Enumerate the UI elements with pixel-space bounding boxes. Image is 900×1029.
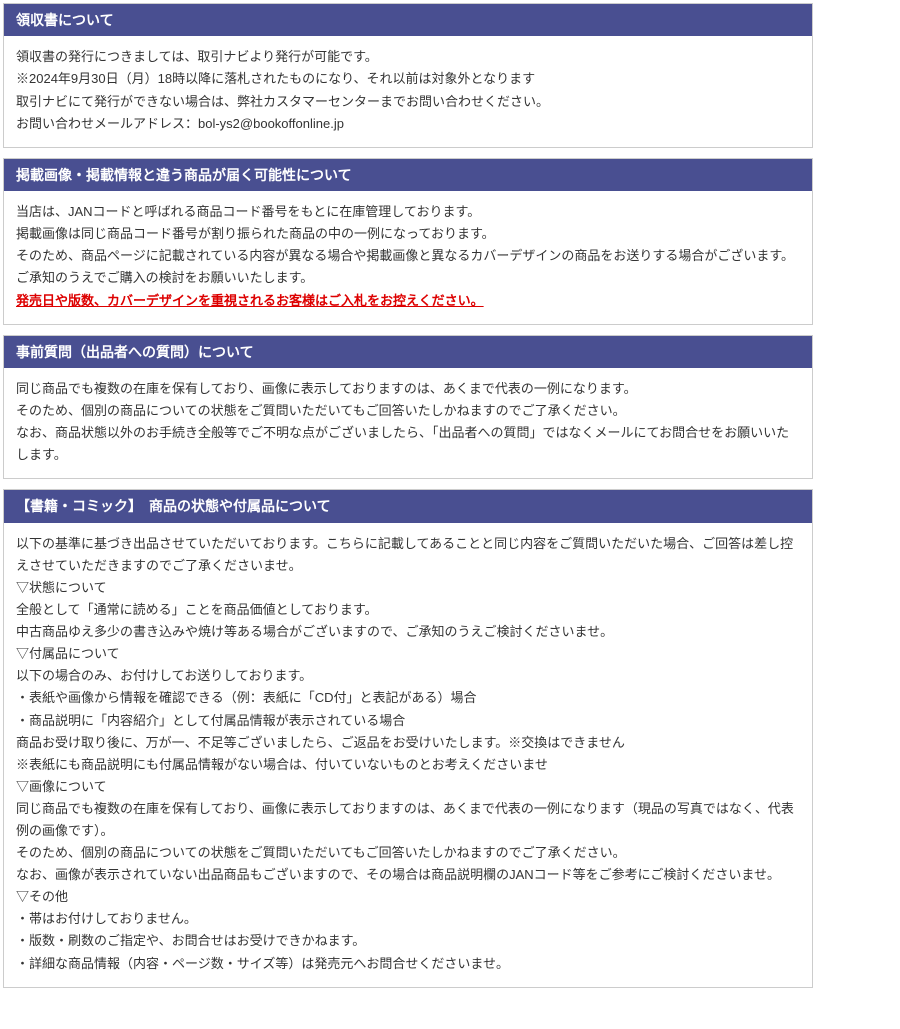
paragraph: ※表紙にも商品説明にも付属品情報がない場合は、付いていないものとお考えくださいま… <box>16 754 800 776</box>
section: 掲載画像・掲載情報と違う商品が届く可能性について当店は、JANコードと呼ばれる商… <box>3 158 813 325</box>
paragraph: ・詳細な商品情報（内容・ページ数・サイズ等）は発売元へお問合せくださいませ。 <box>16 953 800 975</box>
paragraph: 以下の基準に基づき出品させていただいております。こちらに記載してあることと同じ内… <box>16 533 800 577</box>
paragraph: 同じ商品でも複数の在庫を保有しており、画像に表示しておりますのは、あくまで代表の… <box>16 378 800 400</box>
section-body: 同じ商品でも複数の在庫を保有しており、画像に表示しておりますのは、あくまで代表の… <box>4 368 812 478</box>
paragraph: ▽その他 <box>16 886 800 908</box>
paragraph: ・版数・刷数のご指定や、お問合せはお受けできかねます。 <box>16 930 800 952</box>
section-header: 事前質問（出品者への質問）について <box>4 336 812 368</box>
section-body: 当店は、JANコードと呼ばれる商品コード番号をもとに在庫管理しております。掲載画… <box>4 191 812 323</box>
paragraph: ・表紙や画像から情報を確認できる（例：表紙に「CD付」と表記がある）場合 <box>16 687 800 709</box>
paragraph: 領収書の発行につきましては、取引ナビより発行が可能です。 <box>16 46 800 68</box>
section: 事前質問（出品者への質問）について同じ商品でも複数の在庫を保有しており、画像に表… <box>3 335 813 480</box>
section-body: 領収書の発行につきましては、取引ナビより発行が可能です。※2024年9月30日（… <box>4 36 812 146</box>
section-header: 掲載画像・掲載情報と違う商品が届く可能性について <box>4 159 812 191</box>
paragraph: ▽状態について <box>16 577 800 599</box>
paragraph: 発売日や版数、カバーデザインを重視されるお客様はご入札をお控えください。 <box>16 290 800 312</box>
section-body: 以下の基準に基づき出品させていただいております。こちらに記載してあることと同じ内… <box>4 523 812 987</box>
paragraph: ・帯はお付けしておりません。 <box>16 908 800 930</box>
paragraph: 同じ商品でも複数の在庫を保有しており、画像に表示しておりますのは、あくまで代表の… <box>16 798 800 842</box>
paragraph: 商品お受け取り後に、万が一、不足等ございましたら、ご返品をお受けいたします。※交… <box>16 732 800 754</box>
paragraph: 掲載画像は同じ商品コード番号が割り振られた商品の中の一例になっております。 <box>16 223 800 245</box>
paragraph: ・商品説明に「内容紹介」として付属品情報が表示されている場合 <box>16 710 800 732</box>
paragraph: ▽画像について <box>16 776 800 798</box>
section: 【書籍・コミック】 商品の状態や付属品について以下の基準に基づき出品させていただ… <box>3 489 813 987</box>
paragraph: ▽付属品について <box>16 643 800 665</box>
paragraph: なお、商品状態以外のお手続き全般等でご不明な点がございましたら、「出品者への質問… <box>16 422 800 466</box>
section: 領収書について領収書の発行につきましては、取引ナビより発行が可能です。※2024… <box>3 3 813 148</box>
paragraph: 全般として「通常に読める」ことを商品価値としております。 <box>16 599 800 621</box>
paragraph: 当店は、JANコードと呼ばれる商品コード番号をもとに在庫管理しております。 <box>16 201 800 223</box>
paragraph: ※2024年9月30日（月）18時以降に落札されたものになり、それ以前は対象外と… <box>16 68 800 90</box>
section-header: 領収書について <box>4 4 812 36</box>
paragraph: そのため、商品ページに記載されている内容が異なる場合や掲載画像と異なるカバーデザ… <box>16 245 800 267</box>
paragraph: そのため、個別の商品についての状態をご質問いただいてもご回答いたしかねますのでご… <box>16 400 800 422</box>
paragraph: ご承知のうえでご購入の検討をお願いいたします。 <box>16 267 800 289</box>
paragraph: 以下の場合のみ、お付けしてお送りしております。 <box>16 665 800 687</box>
paragraph: そのため、個別の商品についての状態をご質問いただいてもご回答いたしかねますのでご… <box>16 842 800 864</box>
paragraph: 中古商品ゆえ多少の書き込みや焼け等ある場合がございますので、ご承知のうえご検討く… <box>16 621 800 643</box>
paragraph: 取引ナビにて発行ができない場合は、弊社カスタマーセンターまでお問い合わせください… <box>16 91 800 113</box>
paragraph: なお、画像が表示されていない出品商品もございますので、その場合は商品説明欄のJA… <box>16 864 800 886</box>
section-header: 【書籍・コミック】 商品の状態や付属品について <box>4 490 812 522</box>
paragraph: お問い合わせメールアドレス：bol-ys2@bookoffonline.jp <box>16 113 800 135</box>
